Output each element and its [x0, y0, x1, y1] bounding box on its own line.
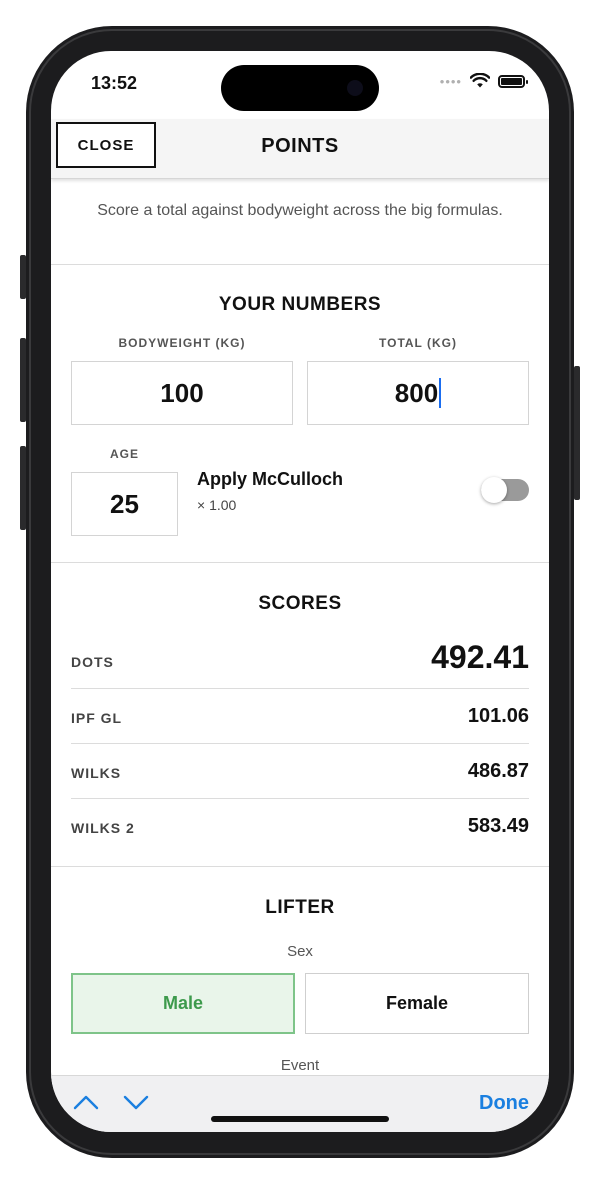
battery-icon — [498, 74, 528, 88]
section-title-scores: SCORES — [258, 593, 342, 614]
score-row-dots: DOTS 492.41 — [71, 633, 529, 689]
score-value: 486.87 — [467, 760, 529, 782]
score-row-ipf-gl: IPF GL 101.06 — [71, 689, 529, 744]
sex-option-male[interactable]: Male — [71, 973, 295, 1034]
app-header: CLOSE POINTS — [51, 119, 549, 179]
score-name: IPF GL — [71, 710, 123, 726]
intro-text: Score a total against bodyweight across … — [97, 202, 503, 219]
sex-option-female[interactable]: Female — [305, 973, 529, 1034]
app-screen: 13:52 •••• CLOSE POINTS Score a total ag… — [51, 51, 549, 1132]
home-indicator — [211, 1116, 389, 1122]
age-value: 25 — [110, 488, 139, 519]
signal-dots-icon: •••• — [439, 73, 462, 89]
section-title-lifter: LIFTER — [265, 897, 335, 918]
age-label: AGE — [109, 447, 139, 461]
age-input[interactable]: 25 — [71, 472, 178, 536]
section-title-your-numbers: YOUR NUMBERS — [218, 294, 382, 315]
divider — [51, 562, 549, 563]
camera-icon — [347, 80, 363, 96]
status-indicators: •••• — [439, 73, 528, 89]
score-row-wilks-2: WILKS 2 583.49 — [71, 799, 529, 854]
event-label: Event — [280, 1057, 320, 1074]
score-row-wilks: WILKS 486.87 — [71, 744, 529, 799]
score-name: WILKS — [71, 765, 122, 781]
score-value: 101.06 — [467, 705, 529, 727]
wifi-icon — [470, 73, 490, 88]
status-time: 13:52 — [91, 73, 138, 93]
total-input[interactable]: 800 — [307, 361, 529, 425]
score-value: 583.49 — [467, 815, 529, 837]
bodyweight-value: 100 — [160, 377, 204, 408]
total-value: 800 — [394, 377, 439, 408]
score-name: DOTS — [71, 654, 114, 670]
done-button[interactable]: Done — [479, 1092, 529, 1115]
action-button — [20, 255, 26, 299]
power-button — [574, 366, 580, 500]
chevron-down-icon[interactable] — [123, 1092, 149, 1112]
mcculloch-multiplier: × 1.00 — [197, 497, 237, 513]
total-label: TOTAL (KG) — [379, 336, 457, 350]
score-value: 492.41 — [431, 639, 529, 675]
volume-down-button — [20, 446, 26, 530]
toggle-knob — [481, 477, 507, 503]
divider — [51, 866, 549, 867]
text-cursor — [439, 378, 442, 408]
score-name: WILKS 2 — [71, 820, 135, 836]
bodyweight-label: BODYWEIGHT (KG) — [118, 336, 246, 350]
mcculloch-toggle[interactable] — [481, 477, 529, 503]
keyboard-toolbar: Done — [51, 1075, 549, 1132]
chevron-up-icon[interactable] — [73, 1092, 99, 1112]
bodyweight-input[interactable]: 100 — [71, 361, 293, 425]
divider — [51, 264, 549, 265]
sex-label: Sex — [287, 943, 313, 960]
page-title: POINTS — [261, 135, 339, 157]
volume-up-button — [20, 338, 26, 422]
dynamic-island — [221, 65, 379, 111]
mcculloch-label: Apply McCulloch — [197, 469, 344, 489]
